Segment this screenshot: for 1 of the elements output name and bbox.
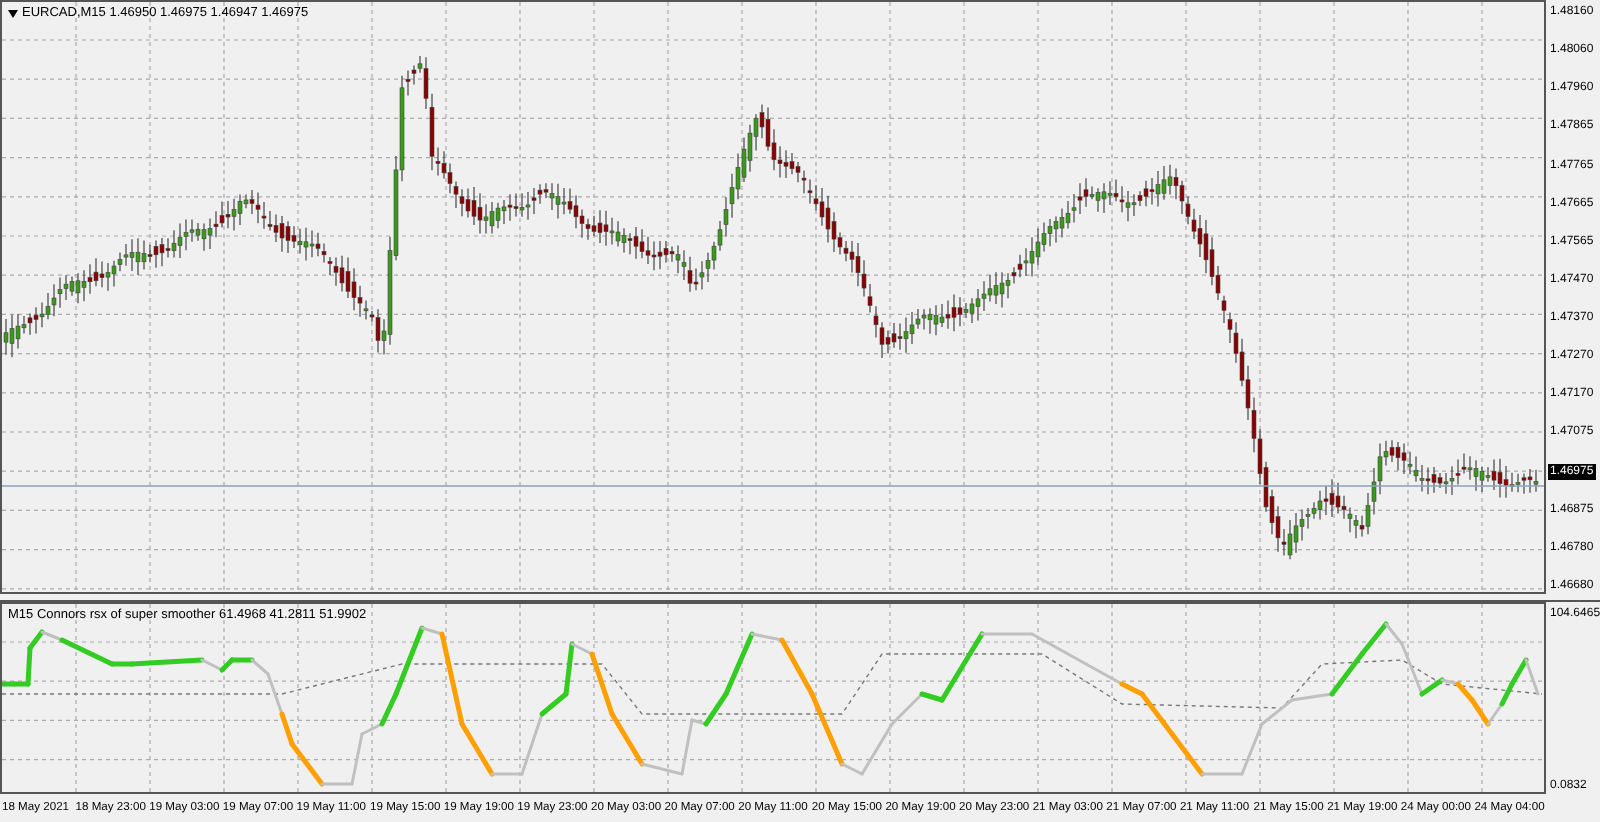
collapse-triangle-icon[interactable] bbox=[8, 9, 18, 17]
